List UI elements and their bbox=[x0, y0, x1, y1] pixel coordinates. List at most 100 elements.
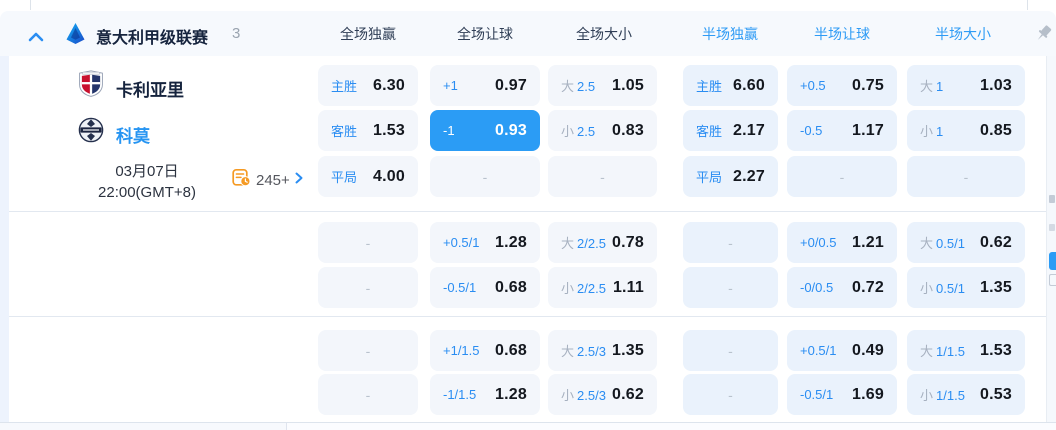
odds-cell[interactable]: 大 1/1.5 1.53 bbox=[907, 330, 1025, 371]
odds-cell[interactable]: -0.5 1.17 bbox=[787, 110, 897, 151]
league-match-count: 3 bbox=[232, 25, 241, 42]
chevron-up-icon[interactable] bbox=[28, 29, 44, 47]
odds-cell[interactable]: 客胜 2.17 bbox=[683, 110, 778, 151]
odds-label: 主胜 bbox=[696, 79, 723, 94]
away-team-logo bbox=[78, 117, 104, 148]
odds-cell[interactable]: 平局 4.00 bbox=[318, 156, 418, 197]
odds-cell-empty: - bbox=[787, 156, 897, 197]
over-under-prefix: 大 bbox=[561, 344, 575, 359]
odds-cell[interactable]: 小 2.5 0.83 bbox=[548, 110, 657, 151]
odds-cell[interactable]: 小 2/2.5 1.11 bbox=[548, 267, 657, 308]
odds-cell-empty: - bbox=[318, 222, 418, 263]
odds-value: 0.53 bbox=[980, 385, 1012, 403]
odds-label: 平局 bbox=[696, 170, 723, 185]
odds-cell[interactable]: 大 2/2.5 0.78 bbox=[548, 222, 657, 263]
odds-label: 大 2/2.5 bbox=[561, 236, 606, 251]
odds-label: 客胜 bbox=[331, 124, 358, 139]
odds-table-page: 意大利甲级联赛 3 全场独赢 全场让球 全场大小 半场独赢 半场让球 半场大小 bbox=[0, 0, 1056, 430]
next-section-edge bbox=[0, 422, 1056, 430]
odds-cell[interactable]: 主胜 6.60 bbox=[683, 65, 778, 106]
column-header[interactable]: 全场独赢 bbox=[340, 24, 396, 44]
odds-label: +0/0.5 bbox=[800, 235, 837, 250]
match-time: 22:00(GMT+8) bbox=[98, 184, 196, 201]
odds-label: 主胜 bbox=[331, 79, 358, 94]
cutoff-icon bbox=[1049, 274, 1056, 286]
odds-cell[interactable]: 主胜 6.30 bbox=[318, 65, 418, 106]
odds-value: 0.85 bbox=[980, 121, 1012, 139]
odds-label: -0.5/1 bbox=[800, 387, 834, 402]
over-under-prefix: 小 bbox=[561, 281, 575, 296]
more-markets-link[interactable]: 245+ bbox=[232, 168, 303, 192]
odds-cell[interactable]: +0.5/1 1.28 bbox=[430, 222, 540, 263]
league-name[interactable]: 意大利甲级联赛 bbox=[96, 24, 208, 48]
odds-label: -1 bbox=[443, 123, 455, 138]
over-under-prefix: 大 bbox=[920, 79, 934, 94]
odds-cell[interactable]: 小 1 0.85 bbox=[907, 110, 1025, 151]
home-team-name[interactable]: 卡利亚里 bbox=[116, 76, 184, 101]
odds-cell[interactable]: 大 2.5 1.05 bbox=[548, 65, 657, 106]
odds-cell[interactable]: 平局 2.27 bbox=[683, 156, 778, 197]
odds-value: 1.35 bbox=[980, 278, 1012, 296]
odds-cell[interactable]: -1/1.5 1.28 bbox=[430, 374, 540, 415]
odds-cell-empty: - bbox=[430, 156, 540, 197]
odds-cell-empty: - bbox=[318, 267, 418, 308]
over-under-prefix: 大 bbox=[561, 79, 575, 94]
odds-label: 大 2.5/3 bbox=[561, 344, 606, 359]
odds-cell[interactable]: -0.5/1 0.68 bbox=[430, 267, 540, 308]
odds-cell[interactable]: 大 0.5/1 0.62 bbox=[907, 222, 1025, 263]
odds-label: 客胜 bbox=[696, 124, 723, 139]
odds-cell[interactable]: 客胜 1.53 bbox=[318, 110, 418, 151]
over-under-prefix: 大 bbox=[561, 236, 575, 251]
odds-label: 大 1/1.5 bbox=[920, 344, 965, 359]
odds-value: 2.27 bbox=[733, 167, 765, 185]
odds-value: 1.17 bbox=[852, 121, 884, 139]
column-header[interactable]: 全场大小 bbox=[576, 24, 632, 44]
over-under-prefix: 小 bbox=[920, 124, 934, 139]
odds-cell[interactable]: +0.5/1 0.49 bbox=[787, 330, 897, 371]
cutoff-icon bbox=[1049, 224, 1055, 231]
league-header: 意大利甲级联赛 3 全场独赢 全场让球 全场大小 半场独赢 半场让球 半场大小 bbox=[0, 11, 1056, 56]
cutoff-icon bbox=[1049, 252, 1056, 270]
odds-value: 1.35 bbox=[612, 341, 644, 359]
odds-cell[interactable]: 大 1 1.03 bbox=[907, 65, 1025, 106]
column-header[interactable]: 半场让球 bbox=[814, 24, 870, 44]
odds-value: 0.78 bbox=[612, 233, 644, 251]
over-under-prefix: 大 bbox=[920, 236, 934, 251]
odds-cell[interactable]: -0.5/1 1.69 bbox=[787, 374, 897, 415]
pin-icon[interactable] bbox=[1034, 24, 1053, 48]
league-logo-icon bbox=[66, 23, 85, 49]
odds-label: 小 2/2.5 bbox=[561, 281, 606, 296]
odds-label: +0.5/1 bbox=[800, 343, 837, 358]
odds-label: 小 1/1.5 bbox=[920, 388, 965, 403]
odds-value: 0.49 bbox=[852, 341, 884, 359]
odds-value: 0.62 bbox=[612, 385, 644, 403]
previous-section-edge bbox=[0, 0, 1056, 11]
odds-cell[interactable]: +0/0.5 1.21 bbox=[787, 222, 897, 263]
odds-cell[interactable]: 小 1/1.5 0.53 bbox=[907, 374, 1025, 415]
odds-value: 0.93 bbox=[495, 121, 527, 139]
column-header[interactable]: 全场让球 bbox=[457, 24, 513, 44]
odds-cell[interactable]: 小 2.5/3 0.62 bbox=[548, 374, 657, 415]
odds-cell-empty: - bbox=[683, 267, 778, 308]
odds-label: 大1 bbox=[920, 79, 944, 94]
odds-cell[interactable]: -1 0.93 bbox=[430, 110, 540, 151]
odds-label: -1/1.5 bbox=[443, 387, 477, 402]
odds-cell[interactable]: -0/0.5 0.72 bbox=[787, 267, 897, 308]
odds-cell[interactable]: +0.5 0.75 bbox=[787, 65, 897, 106]
column-header[interactable]: 半场独赢 bbox=[702, 24, 758, 44]
markets-count-icon bbox=[232, 168, 251, 192]
odds-cell[interactable]: +1/1.5 0.68 bbox=[430, 330, 540, 371]
column-header[interactable]: 半场大小 bbox=[935, 24, 991, 44]
away-team-name[interactable]: 科莫 bbox=[116, 122, 150, 147]
odds-cell-empty: - bbox=[318, 374, 418, 415]
odds-cell[interactable]: +1 0.97 bbox=[430, 65, 540, 106]
odds-value: 6.60 bbox=[733, 76, 765, 94]
home-team-logo bbox=[78, 70, 104, 102]
odds-cell[interactable]: 小 0.5/1 1.35 bbox=[907, 267, 1025, 308]
odds-value: 0.97 bbox=[495, 76, 527, 94]
odds-label: +0.5 bbox=[800, 78, 826, 93]
odds-cell-empty: - bbox=[548, 156, 657, 197]
odds-cell[interactable]: 大 2.5/3 1.35 bbox=[548, 330, 657, 371]
odds-cell-empty: - bbox=[683, 330, 778, 371]
odds-value: 4.00 bbox=[373, 167, 405, 185]
